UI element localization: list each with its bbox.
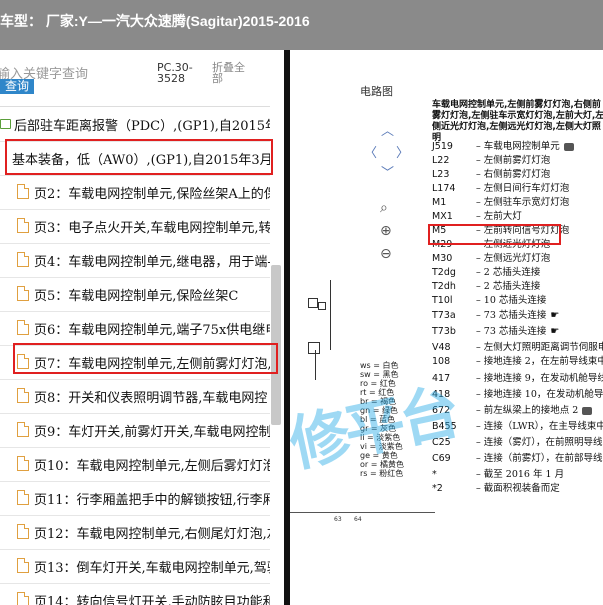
tree-item-label: 基本装备，低（AW0）,(GP1),自2015年3月起 [12,153,270,168]
list-item[interactable]: 页8：开关和仪表照明调节器,车载电网控 [0,379,270,414]
camera-icon[interactable] [563,142,574,151]
vehicle-title: 车型： 厂家:Y—一汽大众速腾(Sagitar)2015-2016 [0,13,310,29]
list-item-selected[interactable]: 页7：车载电网控制单元,左侧前雾灯灯泡, [0,345,270,380]
hand-icon[interactable]: ☛ [550,310,559,321]
legend-row: T73a – 73 芯插头连接 ☛ [432,310,560,321]
list-item[interactable]: 页13：倒车灯开关,车载电网控制单元,驾驶 [0,549,270,584]
legend-row: L174– 左侧日间行车灯灯泡 [432,183,570,194]
list-item[interactable]: 页3：电子点火开关,车载电网控制单元,转 [0,209,270,244]
diagram-component [318,302,326,310]
legend-row: V48– 左侧大灯照明距离调节伺服电 [432,342,603,353]
legend-row: L23– 右侧前雾灯灯泡 [432,169,551,180]
page-icon [17,456,29,471]
legend-row: 672– 前左纵梁上的接地点 2 [432,402,593,416]
tree-item-pdc[interactable]: 后部驻车距离报警（PDC）,(GP1),自2015年3月 [0,107,270,142]
page-icon [17,252,29,267]
title-bar: 车型： 厂家:Y—一汽大众速腾(Sagitar)2015-2016 [0,0,603,50]
legend-row: M29– 左侧近光灯灯泡 [432,239,551,250]
list-item-label: 页8：开关和仪表照明调节器,车载电网控 [34,391,268,406]
page-icon [17,218,29,233]
wire [330,280,331,350]
list-item-label: 页12：车载电网控制单元,右侧尾灯灯泡,左 [34,527,270,542]
page-icon [17,592,29,605]
color-code: rs = 粉红色 [360,469,404,478]
legend-row: *2– 截面积视装备而定 [432,483,560,494]
folder-icon [0,119,11,129]
zoom-fit-icon[interactable]: ⌕ [380,200,388,216]
sidebar-scrollbar[interactable] [271,265,281,425]
list-item[interactable]: 页5：车载电网控制单元,保险丝架C [0,277,270,312]
chevron-down-icon[interactable]: ﹀ [381,162,394,181]
zoom-out-icon[interactable]: ⊖ [380,246,392,262]
list-item-label: 页4：车载电网控制单元,继电器，用于端- [34,255,270,270]
list-item[interactable]: 页12：车载电网控制单元,右侧尾灯灯泡,左 [0,515,270,550]
list-item[interactable]: 页11：行李厢盖把手中的解锁按钮,行李厢 [0,481,270,516]
list-item[interactable]: 页2：车载电网控制单元,保险丝架A上的保 [0,175,270,210]
camera-icon[interactable] [582,406,593,415]
chevron-up-icon[interactable]: ︿ [381,120,394,139]
legend-row: 418– 接地连接 10，在发动机舱导线 [432,389,603,400]
legend-row: T10l – 10 芯插头连接 [432,295,547,306]
tree-item-label: 后部驻车距离报警（PDC）,(GP1),自2015年3月 [14,119,270,134]
list-item-label: 页10：车载电网控制单元,左侧后雾灯灯泡 [34,459,270,474]
tree-item-basic[interactable]: 基本装备，低（AW0）,(GP1),自2015年3月起 [0,141,270,176]
list-item-label: 页2：车载电网控制单元,保险丝架A上的保 [34,187,270,202]
page-number: 64 [354,516,362,523]
page-icon [17,354,29,369]
list-item-label: 页9：车灯开关,前雾灯开关,车载电网控制 [34,425,270,440]
page-icon [17,558,29,573]
page-icon [17,388,29,403]
legend-row: T2dh – 2 芯插头连接 [432,281,541,292]
diagram-title: 电路图 [360,85,393,98]
sidebar: 输入关键字查询 查询 PC.30- 3528 折叠全 部 后部驻车距离报警（PD… [0,50,284,605]
list-item[interactable]: 页14：转向信号灯开关,手动防眩目功能和 [0,583,270,605]
page-icon [17,320,29,335]
list-item-label: 页14：转向信号灯开关,手动防眩目功能和 [34,595,270,605]
list-item-label: 页3：电子点火开关,车载电网控制单元,转 [34,221,270,236]
list-item[interactable]: 页9：车灯开关,前雾灯开关,车载电网控制 [0,413,270,448]
diagram-viewer: 电路图 ︿ 〈 〉 ﹀ ⌕ ⊕ ⊖ 车载电网控制单元,左侧前雾灯灯泡,右侧前雾灯… [290,50,603,605]
legend-row: T2dg – 2 芯插头连接 [432,267,541,278]
legend-row: 417– 接地连接 9，在发动机舱导线 [432,373,603,384]
list-item-label: 页7：车载电网控制单元,左侧前雾灯灯泡, [34,357,270,372]
page-icon [17,184,29,199]
chevron-right-icon[interactable]: 〉 [396,142,409,161]
diagram-component [308,298,318,308]
list-item-label: 页5：车载电网控制单元,保险丝架C [34,289,239,304]
page-frame-line [290,512,435,513]
chevron-left-icon[interactable]: 〈 [364,142,377,161]
legend-row: M5– 左前转向信号灯灯泡 [432,225,570,236]
diagram-component [308,342,320,354]
legend-row: * – 截至 2016 年 1 月 [432,469,565,480]
list-item-label: 页6：车载电网控制单元,端子75x供电继电 [34,323,270,338]
collapse-all-button[interactable]: 折叠全 部 [212,62,245,84]
legend-row: M30– 左侧远光灯灯泡 [432,253,551,264]
legend-row: 108– 接地连接 2，在左前导线束中 [432,356,603,367]
zoom-in-icon[interactable]: ⊕ [380,223,392,239]
legend-row: MX1– 左前大灯 [432,211,522,222]
document-code: PC.30- 3528 [157,61,193,85]
list-item[interactable]: 页4：车载电网控制单元,继电器，用于端- [0,243,270,278]
legend-row: C69– 连接（前雾灯），在前部导线 [432,453,603,464]
legend-row: T73b – 73 芯插头连接 ☛ [432,326,560,337]
page-icon [17,422,29,437]
list-item-label: 页11：行李厢盖把手中的解锁按钮,行李厢 [34,493,270,508]
legend-row: L22– 左侧前雾灯灯泡 [432,155,551,166]
page-icon [17,286,29,301]
page-icon [17,490,29,505]
page-icon [17,524,29,539]
list-item[interactable]: 页6：车载电网控制单元,端子75x供电继电 [0,311,270,346]
page-number: 63 [334,516,342,523]
hand-icon[interactable]: ☛ [550,326,559,337]
search-button[interactable]: 查询 [0,79,34,94]
list-item-label: 页13：倒车灯开关,车载电网控制单元,驾驶 [34,561,270,576]
legend-row: J519– 车载电网控制单元 [432,138,574,152]
legend-row: M1– 左侧驻车示宽灯灯泡 [432,197,570,208]
wire [315,350,316,380]
list-item[interactable]: 页10：车载电网控制单元,左侧后雾灯灯泡 [0,447,270,482]
